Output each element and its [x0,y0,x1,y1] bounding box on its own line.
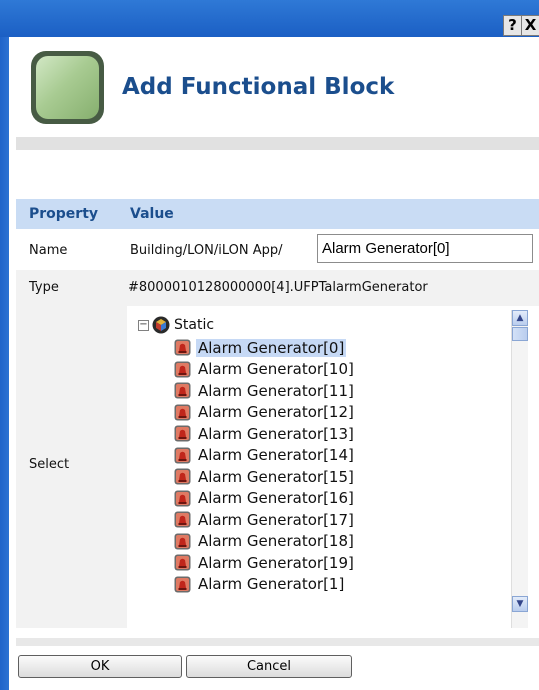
help-button[interactable]: ? [503,15,522,36]
functional-block-icon [31,51,104,124]
tree-item[interactable]: Alarm Generator[18] [174,531,356,553]
alarm-generator-icon [174,339,191,356]
name-input[interactable] [317,234,533,263]
alarm-generator-icon [174,576,191,593]
tree-item-label: Alarm Generator[14] [198,446,354,465]
ok-button[interactable]: OK [18,655,182,678]
collapse-icon[interactable]: − [138,319,149,331]
name-path-prefix: Building/LON/iLON App/ [130,243,283,258]
tree-item[interactable]: Alarm Generator[14] [174,445,356,467]
close-button[interactable]: X [521,15,539,36]
alarm-generator-icon [174,425,191,442]
tree-item-label: Alarm Generator[10] [198,360,354,379]
tree-item[interactable]: Alarm Generator[0] [174,337,356,359]
alarm-generator-icon [174,511,191,528]
tree-node-static[interactable]: − Static [138,315,214,335]
window-left-border [0,37,9,690]
type-value: #8000010128000000[4].UFPTalarmGenerator [128,280,428,295]
footer-divider [16,638,539,646]
scroll-down-icon[interactable]: ▼ [512,596,528,612]
tree-item[interactable]: Alarm Generator[10] [174,359,356,381]
window-titlebar: ? X [0,0,539,37]
page-title: Add Functional Block [122,74,395,100]
name-row-label: Name [29,243,68,258]
table-header: Property Value [16,199,539,229]
tree-item[interactable]: Alarm Generator[12] [174,402,356,424]
tree-item[interactable]: Alarm Generator[16] [174,488,356,510]
alarm-generator-icon [174,468,191,485]
tree-item-label: Alarm Generator[11] [198,381,354,400]
tree-item-label: Alarm Generator[19] [198,553,354,572]
tree-item[interactable]: Alarm Generator[19] [174,552,356,574]
cancel-button[interactable]: Cancel [186,655,352,678]
scroll-thumb[interactable] [512,327,528,341]
alarm-generator-icon [174,447,191,464]
tree-root-label: Static [174,317,215,333]
block-tree-view[interactable]: − Static Alarm Generator[0] Alarm Generat… [127,306,539,628]
column-header-value: Value [130,206,174,222]
header-divider [16,137,539,150]
tree-item[interactable]: Alarm Generator[13] [174,423,356,445]
tree-item[interactable]: Alarm Generator[11] [174,380,356,402]
type-row-label: Type [29,280,59,295]
tree-item-label: Alarm Generator[18] [198,532,354,551]
alarm-generator-icon [174,533,191,550]
tree-item[interactable]: Alarm Generator[15] [174,466,356,488]
column-header-property: Property [29,206,99,222]
tree-item-label: Alarm Generator[15] [198,467,354,486]
tree-item-label: Alarm Generator[16] [198,489,354,508]
tree-item-label: Alarm Generator[12] [198,403,354,422]
select-row-label: Select [29,457,70,472]
scroll-up-icon[interactable]: ▲ [512,310,528,326]
tree-item-label: Alarm Generator[13] [198,424,354,443]
tree-item[interactable]: Alarm Generator[1] [174,574,356,596]
tree-item-list: Alarm Generator[0] Alarm Generator[10] Ala… [174,337,356,595]
tree-item[interactable]: Alarm Generator[17] [174,509,356,531]
cube-icon [152,316,170,334]
tree-scrollbar[interactable]: ▲ ▼ [511,310,528,628]
functional-block-icon-face [36,56,99,119]
alarm-generator-icon [174,490,191,507]
tree-item-label: Alarm Generator[0] [196,338,347,357]
alarm-generator-icon [174,554,191,571]
tree-item-label: Alarm Generator[17] [198,510,354,529]
alarm-generator-icon [174,404,191,421]
alarm-generator-icon [174,382,191,399]
alarm-generator-icon [174,361,191,378]
tree-item-label: Alarm Generator[1] [198,575,345,594]
